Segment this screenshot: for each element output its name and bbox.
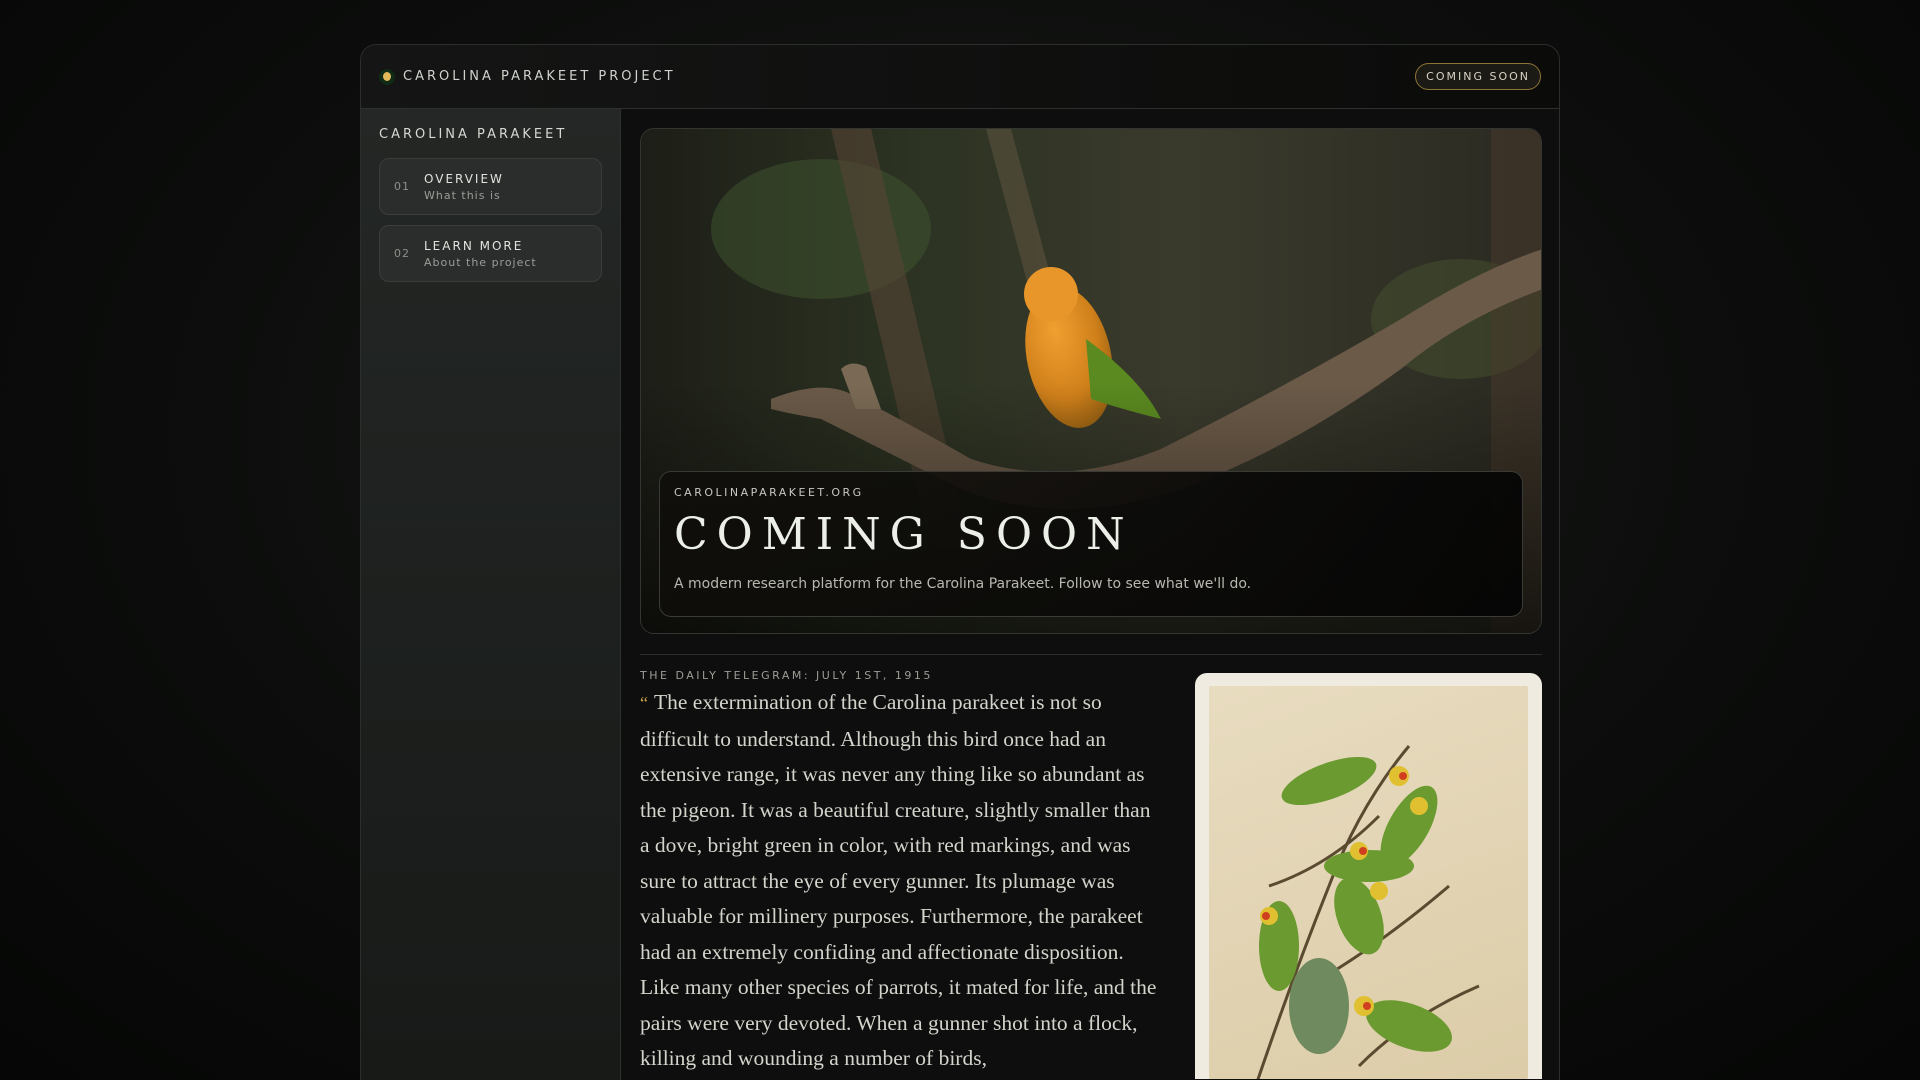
item-label: OVERVIEW [424,171,504,186]
app-window: CAROLINA PARAKEET PROJECT COMING SOON CA… [360,44,1560,1080]
sidebar-item-overview[interactable]: 01 OVERVIEW What this is [379,158,602,215]
item-sub: About the project [424,255,537,269]
main-content: CAROLINAPARAKEET.ORG COMING SOON A moder… [640,128,1542,1079]
item-number: 01 [394,180,410,193]
parakeet-illustration [1256,745,1480,1079]
hero-banner: CAROLINAPARAKEET.ORG COMING SOON A moder… [640,128,1542,634]
brand-dot-icon [379,68,395,85]
sidebar: CAROLINA PARAKEET 01 OVERVIEW What this i… [361,109,621,1080]
item-sub: What this is [424,188,501,202]
hero-subtitle: A modern research platform for the Carol… [674,576,1252,592]
item-number: 02 [394,247,410,260]
top-bar: CAROLINA PARAKEET PROJECT COMING SOON [361,45,1559,109]
quote-mark-icon: “ [640,693,648,713]
item-label: LEARN MORE [424,238,524,253]
divider [640,654,1542,655]
sidebar-title: CAROLINA PARAKEET [379,127,568,142]
brand-name: CAROLINA PARAKEET PROJECT [403,69,676,84]
audubon-plate-illustration [1195,673,1542,1079]
coming-soon-badge: COMING SOON [1415,63,1541,90]
hero-overlay-card: CAROLINAPARAKEET.ORG COMING SOON A moder… [659,471,1523,617]
quote-source: THE DAILY TELEGRAM: JULY 1ST, 1915 [640,669,933,682]
quote-text: The extermination of the Carolina parake… [640,690,1157,1070]
site-domain: CAROLINAPARAKEET.ORG [674,486,864,499]
brand[interactable]: CAROLINA PARAKEET PROJECT [379,68,676,85]
hero-title: COMING SOON [674,509,1134,560]
sidebar-item-learn-more[interactable]: 02 LEARN MORE About the project [379,225,602,282]
historical-quote: THE DAILY TELEGRAM: JULY 1ST, 1915 “The … [640,669,1165,1079]
